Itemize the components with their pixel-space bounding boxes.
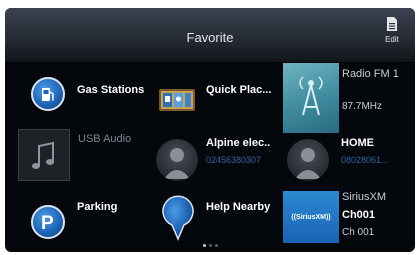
page-dot[interactable] — [208, 244, 212, 247]
tile-label: Parking — [77, 201, 118, 213]
person-avatar-icon — [287, 139, 329, 181]
page-dot[interactable] — [202, 244, 206, 247]
tile-label: Radio FM 1 — [342, 68, 399, 80]
favorite-gas-stations[interactable]: Gas Stations — [13, 67, 146, 125]
header-bar: Favorite Edit — [5, 8, 415, 63]
favorite-parking[interactable]: P Parking — [13, 187, 146, 245]
quick-places-icon — [158, 84, 196, 114]
document-edit-icon — [387, 17, 397, 31]
page-indicator — [5, 244, 415, 252]
siriusxm-logo-text: ((SiriusXM)) — [291, 213, 331, 221]
tile-label: SiriusXM — [342, 191, 387, 203]
siriusxm-logo: ((SiriusXM)) — [283, 191, 339, 243]
page-dot[interactable] — [214, 244, 218, 247]
tile-label: HOME — [341, 137, 374, 149]
tile-label: Quick Plac... — [206, 84, 272, 96]
svg-text:P: P — [41, 213, 54, 232]
favorite-quick-places[interactable]: Quick Plac... — [150, 67, 283, 125]
favorite-siriusxm[interactable]: ((SiriusXM)) SiriusXM Ch001 Ch 001 — [283, 189, 415, 245]
tile-label: Alpine elec.. — [206, 137, 271, 149]
tile-label: Gas Stations — [77, 84, 145, 96]
channel-number: Ch 001 — [342, 227, 375, 238]
contact-phone-number: 08028061... — [341, 155, 389, 165]
radio-antenna-icon — [283, 63, 339, 133]
map-pin-icon — [161, 195, 195, 241]
music-note-icon — [18, 129, 70, 181]
gas-pump-icon — [31, 77, 65, 111]
favorites-grid: Gas Stations Quick Plac... Radio FM 1 87… — [5, 63, 415, 243]
parking-icon: P — [31, 205, 65, 239]
favorite-alpine-contact[interactable]: Alpine elec.. 02456380307 — [150, 129, 283, 187]
page-title: Favorite — [186, 30, 234, 45]
tile-label: USB Audio — [78, 133, 132, 145]
favorite-help-nearby[interactable]: Help Nearby — [150, 187, 283, 245]
radio-frequency: 87.7MHz — [342, 101, 383, 112]
favorite-radio-fm1[interactable]: Radio FM 1 87.7MHz — [283, 63, 415, 133]
favorite-screen: Favorite Edit Gas Stations Quick Plac...… — [5, 8, 415, 252]
favorite-home[interactable]: HOME 08028061... — [283, 129, 415, 187]
tile-label: Help Nearby — [206, 201, 271, 213]
person-avatar-icon — [156, 139, 198, 181]
edit-label: Edit — [385, 35, 399, 44]
channel-label: Ch001 — [342, 209, 376, 221]
favorite-usb-audio[interactable]: USB Audio — [5, 127, 145, 185]
contact-phone-number: 02456380307 — [206, 155, 262, 165]
edit-button[interactable]: Edit — [377, 16, 407, 56]
